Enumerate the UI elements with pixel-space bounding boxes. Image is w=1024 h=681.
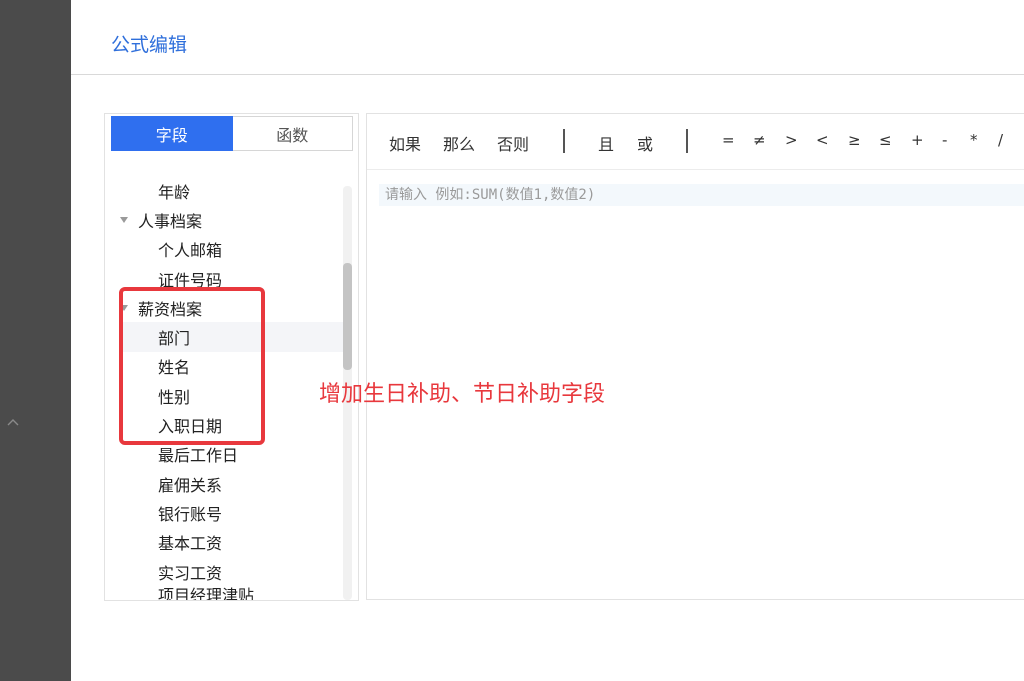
tree-item-label: 项目经理津贴 [158, 586, 255, 601]
tree-item-label: 最后工作日 [158, 446, 239, 466]
less-than-button[interactable]: < [816, 131, 829, 149]
multiply-button[interactable]: * [970, 131, 978, 149]
tree-item-email[interactable]: 个人邮箱 [105, 235, 345, 264]
tree-group-hr-archive[interactable]: 人事档案 [105, 205, 345, 234]
tree-item-label: 银行账号 [158, 504, 223, 524]
dialog-title: 公式编辑 [111, 34, 188, 56]
tree-item-label: 实习工资 [158, 563, 223, 583]
formula-input[interactable] [379, 184, 1024, 206]
formula-editor: 如果 那么 否则 且 或 = ≠ > < ≥ ≤ + - * / [366, 113, 1024, 600]
else-button[interactable]: 否则 [497, 131, 529, 155]
not-equal-button[interactable]: ≠ [753, 131, 766, 149]
toolbar-divider [686, 129, 688, 153]
annotation-note: 增加生日补助、节日补助字段 [319, 382, 606, 407]
and-button[interactable]: 且 [598, 131, 614, 155]
tree-item-base-salary[interactable]: 基本工资 [105, 528, 345, 557]
divide-button[interactable]: / [998, 131, 1003, 149]
greater-than-button[interactable]: > [785, 131, 798, 149]
equals-button[interactable]: = [722, 131, 735, 149]
panel-tabs: 字段 函数 [111, 116, 353, 151]
toolbar-divider [563, 129, 565, 153]
tree-item-label: 年龄 [158, 182, 191, 202]
tree-item-employment[interactable]: 雇佣关系 [105, 469, 345, 498]
scrollbar-thumb[interactable] [343, 263, 352, 370]
tree-item-intern-salary[interactable]: 实习工资 [105, 557, 345, 586]
dialog-header: 公式编辑 [71, 0, 1024, 75]
tree-item-bank-account[interactable]: 银行账号 [105, 498, 345, 527]
minus-button[interactable]: - [942, 131, 947, 149]
tab-fields[interactable]: 字段 [111, 116, 233, 151]
or-button[interactable]: 或 [637, 131, 653, 155]
chevron-up-icon[interactable] [6, 416, 20, 430]
tab-functions[interactable]: 函数 [232, 116, 353, 151]
caret-down-icon[interactable] [120, 216, 128, 223]
left-rail [0, 0, 71, 681]
less-equal-button[interactable]: ≤ [879, 131, 892, 149]
tree-item-label: 个人邮箱 [158, 241, 223, 261]
tree-item-label: 雇佣关系 [158, 475, 223, 495]
tree-item-label: 基本工资 [158, 534, 223, 554]
formula-toolbar: 如果 那么 否则 且 或 = ≠ > < ≥ ≤ + - * / [367, 114, 1024, 170]
tree-item-label: 人事档案 [138, 211, 203, 231]
annotation-highlight-box [119, 287, 265, 445]
greater-equal-button[interactable]: ≥ [848, 131, 861, 149]
tree-item-pm-allowance[interactable]: 项目经理津贴 [105, 586, 345, 601]
if-button[interactable]: 如果 [389, 131, 421, 155]
tree-item-age[interactable]: 年龄 [105, 176, 345, 205]
then-button[interactable]: 那么 [443, 131, 475, 155]
plus-button[interactable]: + [911, 131, 924, 149]
